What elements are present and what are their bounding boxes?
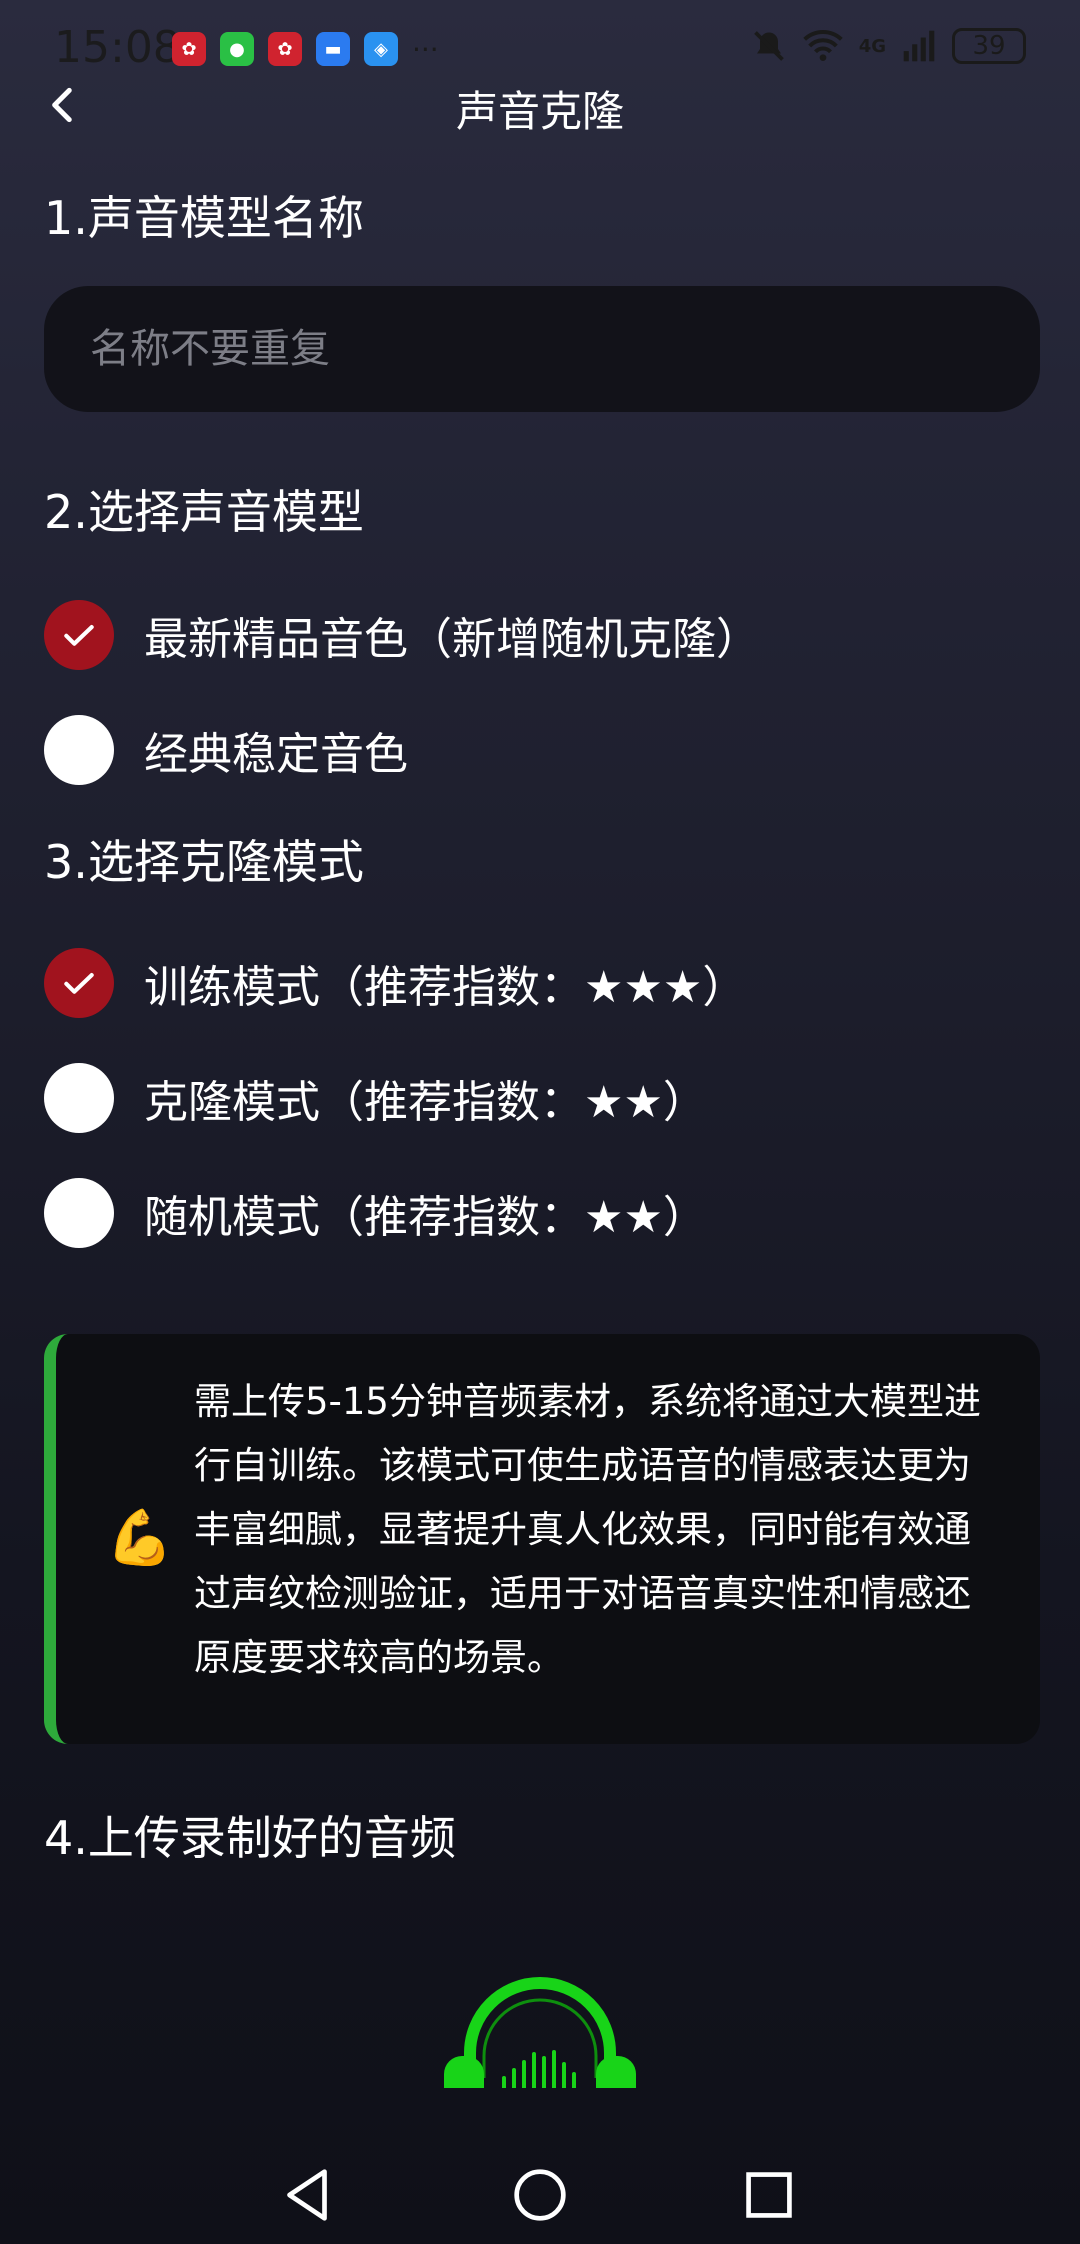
- model-option-premium[interactable]: 最新精品音色（新增随机克隆）: [44, 598, 760, 672]
- header: 声音克隆: [0, 70, 1080, 140]
- model-name-input[interactable]: [44, 286, 1040, 412]
- wifi-icon: [802, 30, 843, 61]
- option-label: 经典稳定音色: [144, 729, 408, 780]
- notification-icons: ✿ ● ✿ ▬ ◈ ···: [172, 32, 439, 66]
- mode-option-clone[interactable]: 克隆模式（推荐指数：★★）: [44, 1061, 707, 1135]
- option-label: 训练模式（推荐指数：★★★）: [144, 962, 747, 1013]
- status-time: 15:08: [54, 22, 181, 73]
- page-title: 声音克隆: [455, 87, 624, 136]
- model-option-classic[interactable]: 经典稳定音色: [44, 713, 408, 787]
- huawei-app-icon: ✿: [172, 32, 206, 66]
- section-title-select-model: 2.选择声音模型: [44, 485, 364, 539]
- option-label: 最新精品音色（新增随机克隆）: [144, 614, 760, 665]
- option-label: 随机模式（推荐指数：★★）: [144, 1192, 707, 1243]
- mode-description-text: 需上传5-15分钟音频素材，系统将通过大模型进行自训练。该模式可使生成语音的情感…: [194, 1380, 981, 1679]
- radio-unchecked[interactable]: [44, 715, 114, 785]
- huawei-app-icon: ✿: [268, 32, 302, 66]
- app-icon: ◈: [364, 32, 398, 66]
- mode-description-card: 💪 需上传5-15分钟音频素材，系统将通过大模型进行自训练。该模式可使生成语音的…: [44, 1334, 1040, 1744]
- nav-back-button[interactable]: [272, 2160, 342, 2230]
- mode-option-training[interactable]: 训练模式（推荐指数：★★★）: [44, 946, 746, 1020]
- radio-checked[interactable]: [44, 600, 114, 670]
- mode-option-random[interactable]: 随机模式（推荐指数：★★）: [44, 1176, 707, 1250]
- section-title-model-name: 1.声音模型名称: [44, 191, 364, 245]
- wechat-icon: ●: [220, 32, 254, 66]
- headphones-icon: [444, 1977, 636, 2088]
- system-navigation-bar: [0, 2140, 1080, 2244]
- check-icon: [64, 973, 94, 994]
- network-type-label: 4G: [858, 35, 886, 57]
- square-recents-icon: [746, 2172, 792, 2218]
- more-notifications-icon: ···: [412, 32, 439, 66]
- check-icon: [64, 625, 94, 646]
- radio-unchecked[interactable]: [44, 1063, 114, 1133]
- model-name-field[interactable]: [44, 286, 1040, 412]
- circle-home-icon: [514, 2169, 566, 2221]
- section-title-clone-mode: 3.选择克隆模式: [44, 835, 364, 889]
- radio-checked[interactable]: [44, 948, 114, 1018]
- section-title-upload-audio: 4.上传录制好的音频: [44, 1811, 456, 1865]
- option-label: 克隆模式（推荐指数：★★）: [144, 1077, 707, 1128]
- battery-indicator: 39: [952, 28, 1026, 64]
- upload-audio-button[interactable]: [440, 1948, 640, 2088]
- mute-bell-icon: [753, 31, 784, 61]
- status-right: 4G 39: [751, 28, 1026, 64]
- message-icon: ▬: [316, 32, 350, 66]
- radio-unchecked[interactable]: [44, 1178, 114, 1248]
- triangle-back-icon: [287, 2169, 327, 2221]
- flexed-biceps-icon: 💪: [106, 1506, 174, 1569]
- signal-icon: [903, 30, 935, 62]
- nav-home-button[interactable]: [505, 2160, 575, 2230]
- nav-recents-button[interactable]: [734, 2160, 804, 2230]
